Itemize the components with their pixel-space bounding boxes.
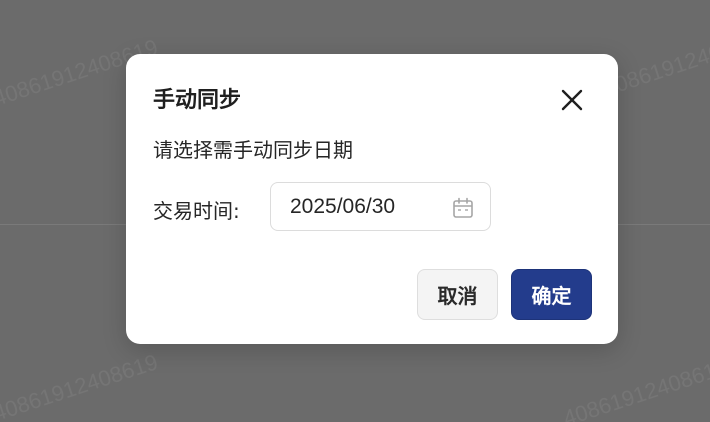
- manual-sync-dialog: 手动同步 请选择需手动同步日期 交易时间: 2025/06/30 取消 确定: [126, 54, 618, 344]
- trade-time-label: 交易时间:: [153, 199, 240, 223]
- close-icon: [561, 89, 583, 111]
- close-button[interactable]: [558, 86, 586, 114]
- trade-date-picker[interactable]: 2025/06/30: [270, 182, 491, 231]
- confirm-button[interactable]: 确定: [511, 269, 592, 320]
- calendar-icon[interactable]: [452, 197, 474, 219]
- dialog-title: 手动同步: [153, 88, 242, 113]
- date-value: 2025/06/30: [290, 195, 396, 218]
- watermark: 40861912408619: [0, 349, 161, 422]
- dialog-description: 请选择需手动同步日期: [153, 138, 353, 162]
- cancel-button[interactable]: 取消: [417, 269, 498, 320]
- watermark: 40861912408619: [560, 354, 710, 422]
